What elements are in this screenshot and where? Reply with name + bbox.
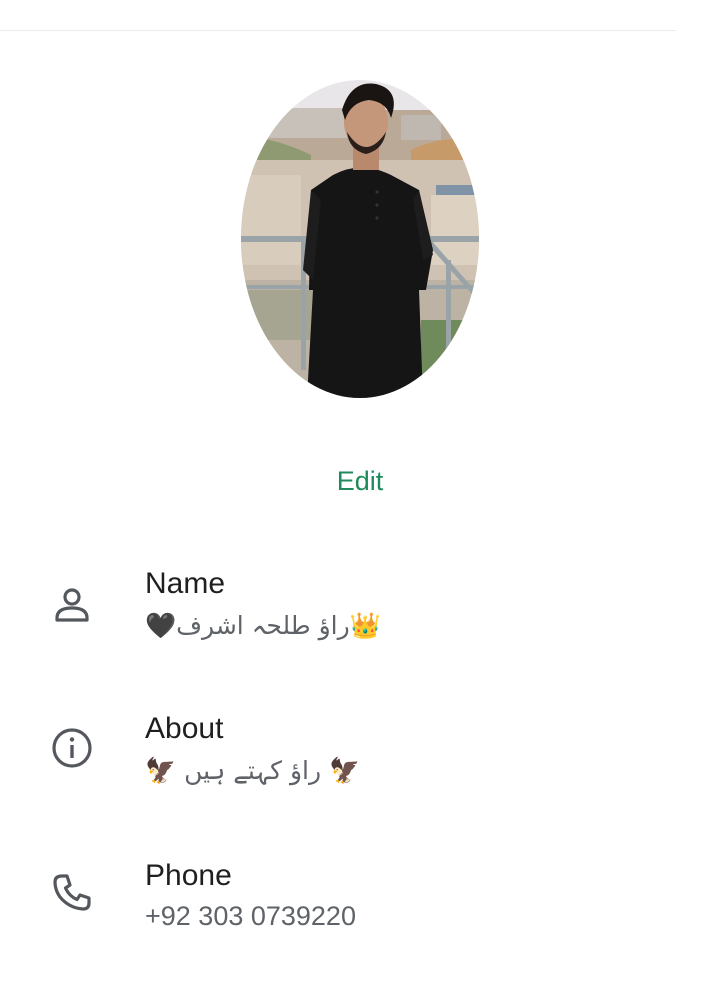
profile-photo-image: [241, 80, 479, 398]
about-row[interactable]: About 🦅 راؤ کہتے ہیں 🦅: [0, 700, 720, 810]
info-icon: [48, 724, 96, 772]
top-divider: [0, 30, 676, 31]
about-label: About: [145, 712, 224, 745]
name-value: 🖤راؤ طلحہ اشرف👑: [145, 611, 381, 640]
phone-value: +92 303 0739220: [145, 901, 356, 931]
phone-label: Phone: [145, 859, 232, 892]
phone-row[interactable]: Phone +92 303 0739220: [0, 845, 720, 955]
person-icon: [48, 581, 96, 629]
name-label: Name: [145, 567, 226, 600]
name-row[interactable]: Name 🖤راؤ طلحہ اشرف👑: [0, 555, 720, 665]
phone-icon: [48, 869, 96, 917]
edit-photo-button[interactable]: Edit: [0, 466, 720, 497]
about-value: 🦅 راؤ کہتے ہیں 🦅: [145, 756, 361, 785]
profile-photo[interactable]: [241, 80, 479, 398]
